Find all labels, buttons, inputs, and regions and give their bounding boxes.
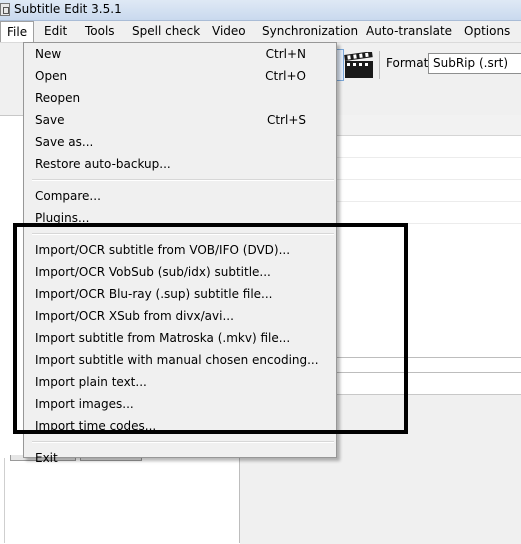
menu-item-restore-auto-backup[interactable]: Restore auto-backup... xyxy=(24,153,336,175)
menu-options[interactable]: Options xyxy=(464,24,510,38)
menu-item-shortcut: Ctrl+O xyxy=(265,69,306,83)
highlight-rectangle xyxy=(13,223,408,434)
menu-item-label: Restore auto-backup... xyxy=(35,157,171,171)
panel-divider xyxy=(239,458,240,543)
app-icon xyxy=(0,3,10,16)
clapperboard-icon[interactable] xyxy=(344,52,374,79)
toolbar-separator xyxy=(379,51,380,79)
menu-item-label: Save as... xyxy=(35,135,94,149)
menu-item-save-as[interactable]: Save as... xyxy=(24,131,336,153)
menu-auto-translate[interactable]: Auto-translate xyxy=(366,24,452,38)
format-label: Format xyxy=(386,56,429,70)
menu-item-shortcut: Ctrl+N xyxy=(265,47,306,61)
menu-item-open[interactable]: Open Ctrl+O xyxy=(24,65,336,87)
toolbar-button[interactable] xyxy=(337,49,344,81)
menu-tools[interactable]: Tools xyxy=(85,24,115,38)
menu-item-exit[interactable]: Exit xyxy=(24,447,336,469)
menu-separator xyxy=(32,441,334,443)
window-title: Subtitle Edit 3.5.1 xyxy=(14,2,122,16)
menu-item-label: Open xyxy=(35,69,68,83)
menu-item-label: Save xyxy=(35,113,65,127)
menu-spell-check[interactable]: Spell check xyxy=(132,24,200,38)
menu-item-shortcut: Ctrl+S xyxy=(266,113,306,127)
menu-bar: File Edit Tools Spell check Video Synchr… xyxy=(0,21,521,43)
menu-item-label: New xyxy=(35,47,62,61)
menu-item-label: Compare... xyxy=(35,189,101,203)
menu-item-reopen[interactable]: Reopen xyxy=(24,87,336,109)
menu-video[interactable]: Video xyxy=(212,24,246,38)
menu-item-compare[interactable]: Compare... xyxy=(24,185,336,207)
menu-file[interactable]: File xyxy=(0,21,35,42)
menu-item-label: Exit xyxy=(35,451,58,465)
menu-synchronization[interactable]: Synchronization xyxy=(262,24,358,38)
format-select[interactable]: SubRip (.srt) xyxy=(428,53,521,74)
panel-border xyxy=(4,458,5,543)
menu-separator xyxy=(32,179,334,181)
waveform-area[interactable] xyxy=(0,458,239,543)
menu-item-new[interactable]: New Ctrl+N xyxy=(24,43,336,65)
menu-item-label: Reopen xyxy=(35,91,81,105)
menu-item-save[interactable]: Save Ctrl+S xyxy=(24,109,336,131)
menu-edit[interactable]: Edit xyxy=(44,24,67,38)
title-bar: Subtitle Edit 3.5.1 xyxy=(0,0,521,21)
